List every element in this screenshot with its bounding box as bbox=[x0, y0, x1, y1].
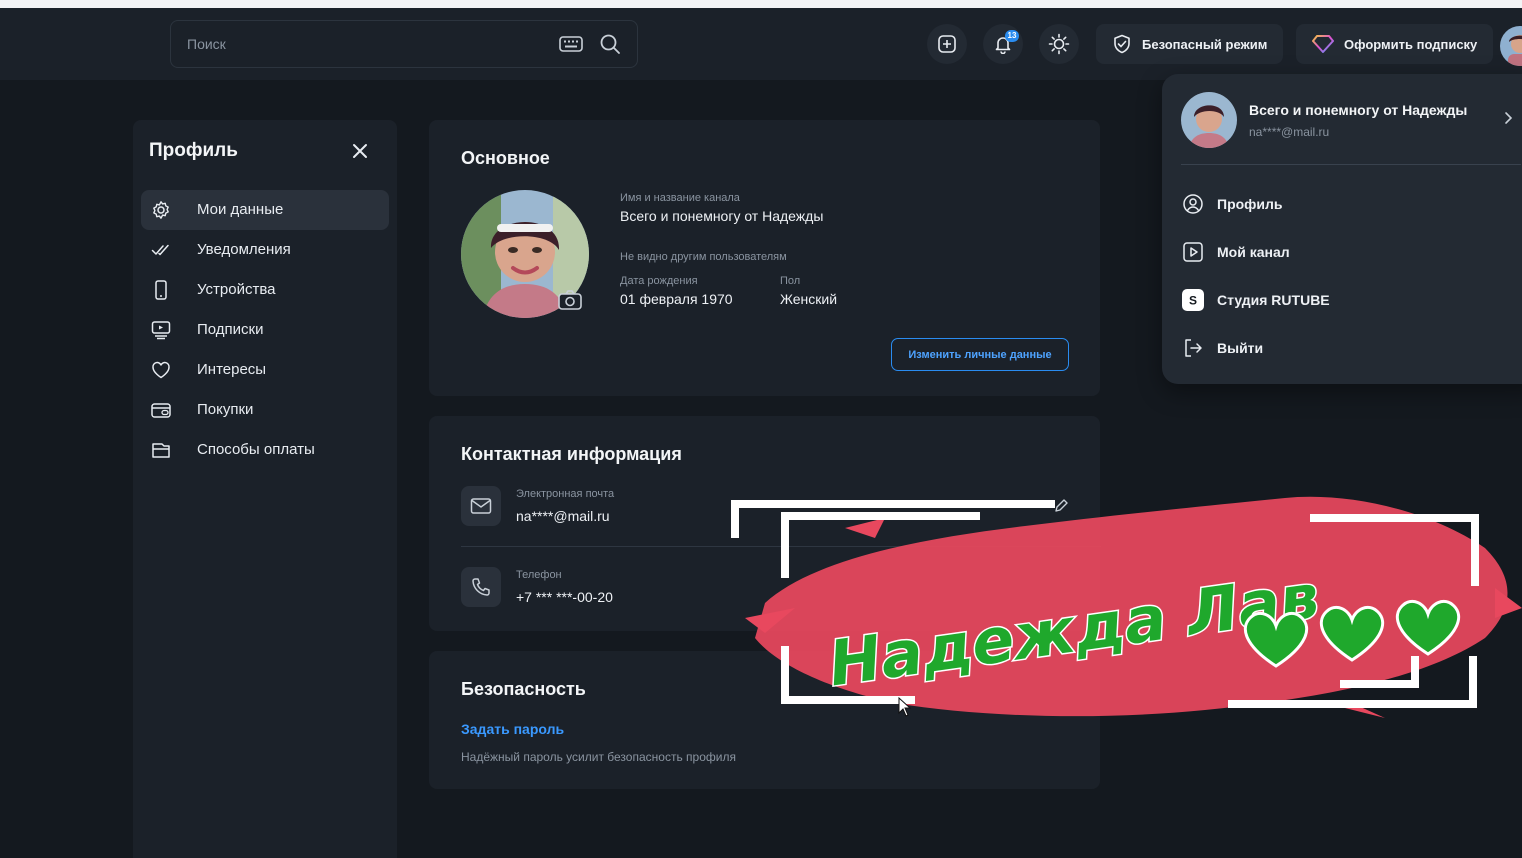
gear-icon bbox=[153, 201, 169, 219]
contact-divider bbox=[461, 546, 1101, 547]
password-hint: Надёжный пароль усилит безопасность проф… bbox=[461, 750, 736, 764]
notifications-badge: 13 bbox=[1005, 30, 1019, 42]
sidebar-item-label: Покупки bbox=[197, 401, 254, 418]
dropdown-item-profile[interactable]: Профиль bbox=[1182, 189, 1502, 217]
sidebar-item-interests[interactable]: Интересы bbox=[141, 350, 389, 390]
sidebar-item-label: Мои данные bbox=[197, 201, 284, 218]
sidebar-item-notifications[interactable]: Уведомления bbox=[141, 230, 389, 270]
search-box bbox=[170, 20, 638, 68]
edit-personal-data-button[interactable]: Изменить личные данные bbox=[891, 338, 1069, 371]
sidebar-item-label: Интересы bbox=[197, 361, 267, 378]
account-dropdown-menu: Всего и понемногу от Надежды na****@mail… bbox=[1162, 74, 1522, 384]
subscribe-label: Оформить подписку bbox=[1344, 36, 1478, 52]
dropdown-item-label: Выйти bbox=[1217, 340, 1264, 356]
dropdown-item-my-channel[interactable]: Мой канал bbox=[1182, 237, 1502, 265]
heart-icon bbox=[152, 361, 170, 379]
contact-info-card: Контактная информация Электронная почта … bbox=[429, 416, 1101, 631]
svg-text:S: S bbox=[1189, 294, 1197, 308]
safe-mode-button[interactable]: Безопасный режим bbox=[1096, 24, 1284, 64]
keyboard-icon[interactable] bbox=[559, 34, 583, 54]
gender-value: Женский bbox=[780, 291, 838, 307]
avatar-photo bbox=[1500, 26, 1522, 66]
sidebar-item-payment-methods[interactable]: Способы оплаты bbox=[141, 430, 389, 470]
search-icon[interactable] bbox=[599, 33, 621, 55]
card-icon bbox=[152, 443, 170, 458]
dropdown-item-studio[interactable]: S Студия RUTUBE bbox=[1182, 285, 1502, 313]
phone-icon-box bbox=[461, 567, 501, 607]
sidebar-item-my-data[interactable]: Мои данные bbox=[141, 190, 389, 230]
mouse-cursor bbox=[898, 697, 912, 717]
camera-icon[interactable] bbox=[556, 288, 584, 312]
notifications-button[interactable]: 13 bbox=[983, 24, 1023, 64]
subscriptions-icon bbox=[151, 321, 171, 340]
channel-name-value: Всего и понемногу от Надежды bbox=[620, 208, 824, 224]
sidebar-title: Профиль bbox=[149, 140, 238, 161]
security-card: Безопасность Задать пароль Надёжный паро… bbox=[429, 651, 1100, 789]
gender-label: Пол bbox=[780, 275, 801, 287]
phone-icon bbox=[155, 280, 167, 300]
chevron-right-icon[interactable] bbox=[1500, 110, 1516, 126]
basic-info-card: Основное Имя и название канала Всего и п… bbox=[429, 120, 1100, 396]
upload-button[interactable] bbox=[927, 24, 967, 64]
dropdown-item-logout[interactable]: Выйти bbox=[1182, 333, 1502, 361]
sidebar-item-devices[interactable]: Устройства bbox=[141, 270, 389, 310]
phone-label: Телефон bbox=[516, 569, 562, 581]
basic-info-title: Основное bbox=[461, 148, 550, 168]
dropdown-divider bbox=[1181, 164, 1521, 165]
double-check-icon bbox=[151, 244, 169, 256]
sidebar-item-purchases[interactable]: Покупки bbox=[141, 390, 389, 430]
safe-mode-label: Безопасный режим bbox=[1142, 36, 1268, 52]
pencil-icon[interactable] bbox=[1053, 498, 1069, 514]
sun-icon bbox=[1048, 33, 1070, 55]
dropdown-item-label: Студия RUTUBE bbox=[1217, 292, 1330, 308]
set-password-link[interactable]: Задать пароль bbox=[461, 721, 564, 737]
sidebar-item-label: Способы оплаты bbox=[197, 441, 315, 458]
sidebar-item-subscriptions[interactable]: Подписки bbox=[141, 310, 389, 350]
avatar-photo bbox=[1181, 92, 1237, 148]
theme-toggle-button[interactable] bbox=[1039, 24, 1079, 64]
search-input[interactable] bbox=[187, 21, 557, 67]
contact-info-title: Контактная информация bbox=[461, 444, 682, 464]
mail-icon bbox=[470, 498, 492, 514]
dropdown-avatar bbox=[1181, 92, 1237, 148]
close-icon[interactable] bbox=[349, 140, 371, 162]
sidebar-item-label: Подписки bbox=[197, 321, 264, 338]
hidden-note: Не видно другим пользователям bbox=[620, 251, 787, 263]
user-avatar-button[interactable] bbox=[1500, 26, 1522, 66]
plus-square-icon bbox=[938, 35, 956, 53]
sidebar-item-label: Устройства bbox=[197, 281, 276, 298]
shield-check-icon bbox=[1114, 34, 1130, 54]
email-label: Электронная почта bbox=[516, 488, 615, 500]
diamond-icon bbox=[1312, 35, 1334, 53]
dropdown-email: na****@mail.ru bbox=[1249, 125, 1330, 139]
phone-handset-icon bbox=[472, 578, 490, 596]
email-value: na****@mail.ru bbox=[516, 508, 610, 524]
user-circle-icon bbox=[1183, 194, 1203, 214]
play-square-icon bbox=[1183, 242, 1203, 262]
dropdown-item-label: Мой канал bbox=[1217, 244, 1290, 260]
top-bar: 13 Безопасный режим Оформить подписку bbox=[0, 8, 1522, 80]
subscribe-button[interactable]: Оформить подписку bbox=[1296, 24, 1494, 64]
phone-value: +7 *** ***-00-20 bbox=[516, 589, 613, 605]
birth-date-label: Дата рождения bbox=[620, 275, 698, 287]
sidebar-item-label: Уведомления bbox=[197, 241, 291, 258]
hearts-decoration bbox=[1243, 600, 1461, 668]
birth-date-value: 01 февраля 1970 bbox=[620, 291, 733, 307]
channel-name-label: Имя и название канала bbox=[620, 192, 740, 204]
dropdown-channel-name[interactable]: Всего и понемногу от Надежды bbox=[1249, 102, 1467, 118]
browser-bookmarks-strip bbox=[0, 0, 1522, 8]
wallet-icon bbox=[151, 403, 171, 418]
dropdown-item-label: Профиль bbox=[1217, 196, 1283, 212]
studio-icon: S bbox=[1182, 289, 1204, 311]
email-icon-box bbox=[461, 486, 501, 526]
logout-icon bbox=[1185, 339, 1202, 357]
profile-sidebar: Профиль Мои данные Уведомления Устройств… bbox=[133, 120, 397, 858]
security-title: Безопасность bbox=[461, 679, 586, 699]
